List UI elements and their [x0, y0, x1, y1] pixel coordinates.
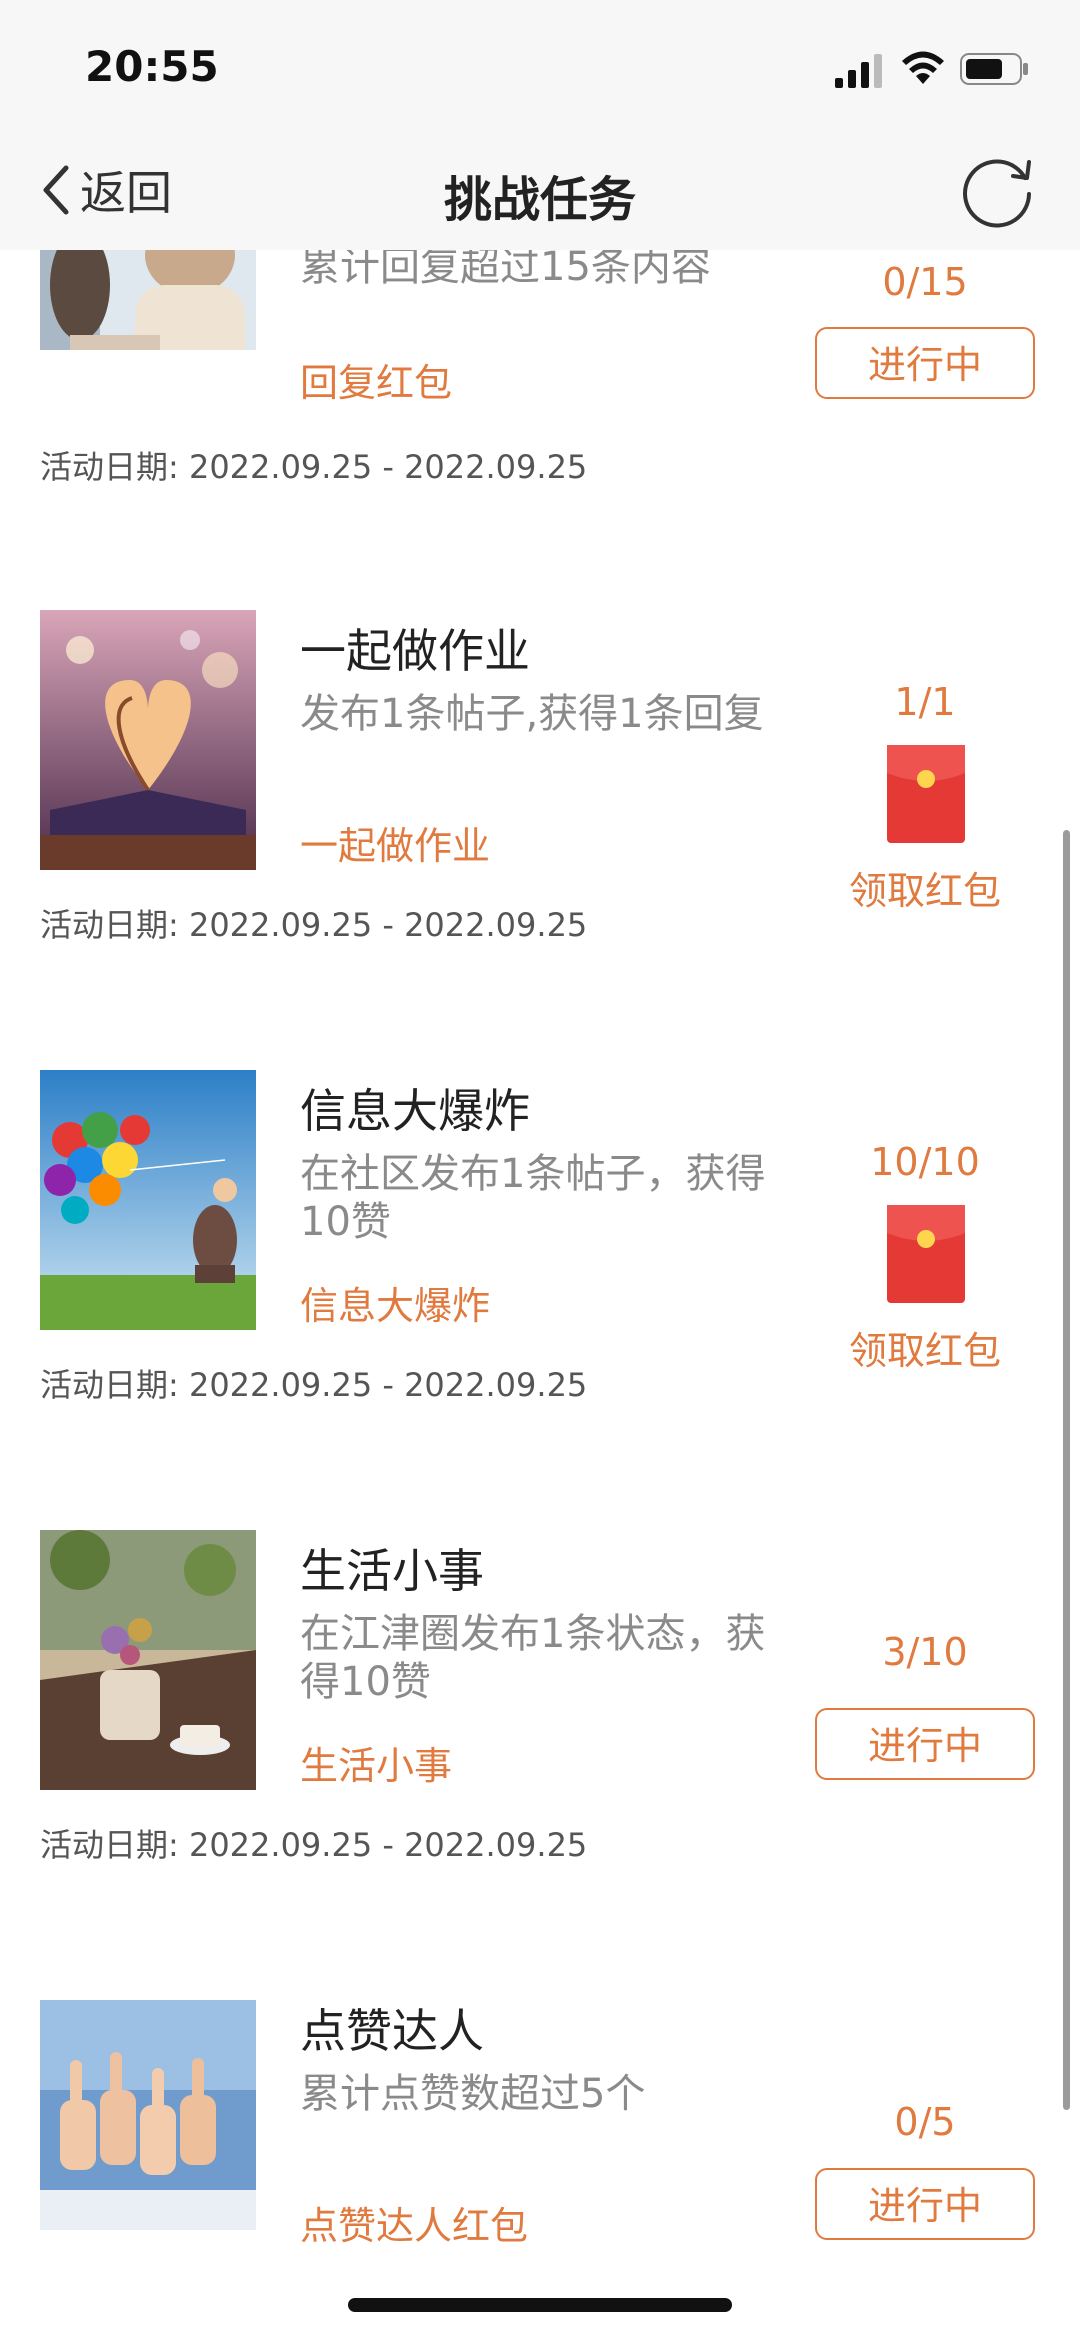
task-item[interactable]: 信息大爆炸 在社区发布1条帖子，获得10赞 信息大爆炸 活动日期: 2022.0…	[0, 1010, 1080, 1472]
task-progress: 0/5	[894, 2100, 956, 2144]
status-bar: 20:55	[0, 0, 1080, 140]
red-packet-icon[interactable]	[887, 745, 965, 843]
task-reward-tag: 一起做作业	[300, 824, 491, 868]
task-date: 活动日期: 2022.09.25 - 2022.09.25	[40, 1826, 588, 1864]
task-progress: 10/10	[870, 1140, 980, 1184]
task-title: 点赞达人	[300, 2004, 484, 2058]
battery-icon	[960, 53, 1028, 85]
task-item[interactable]: 点赞达人 累计点赞数超过5个 点赞达人红包 0/5 进行中	[0, 1930, 1080, 2337]
task-progress: 0/15	[882, 260, 968, 304]
task-reward-tag: 信息大爆炸	[300, 1284, 491, 1328]
claim-red-packet-button[interactable]: 领取红包	[815, 860, 1035, 915]
task-title: 生活小事	[300, 1544, 484, 1598]
red-packet-icon[interactable]	[887, 1205, 965, 1303]
task-description: 在社区发布1条帖子，获得10赞	[300, 1151, 766, 1245]
navigation-bar: 返回 挑战任务	[0, 140, 1080, 250]
task-description: 累计点赞数超过5个	[300, 2071, 646, 2117]
refresh-icon[interactable]	[955, 148, 1039, 232]
task-item[interactable]: 一起做作业 发布1条帖子,获得1条回复 一起做作业 活动日期: 2022.09.…	[0, 550, 1080, 1012]
in-progress-button[interactable]: 进行中	[815, 2168, 1035, 2240]
in-progress-button[interactable]: 进行中	[815, 327, 1035, 399]
top-bar: 20:55 返回 挑战任务	[0, 0, 1080, 250]
task-date: 活动日期: 2022.09.25 - 2022.09.25	[40, 448, 588, 486]
task-description: 在江津圈发布1条状态，获得10赞	[300, 1611, 766, 1705]
scrollbar[interactable]	[1063, 830, 1070, 2110]
wifi-icon	[902, 51, 944, 84]
task-title: 信息大爆炸	[300, 1084, 530, 1138]
task-date: 活动日期: 2022.09.25 - 2022.09.25	[40, 1366, 588, 1404]
in-progress-button[interactable]: 进行中	[815, 1708, 1035, 1780]
cellular-signal-icon	[835, 54, 882, 88]
task-description: 发布1条帖子,获得1条回复	[300, 691, 764, 737]
task-progress: 1/1	[894, 680, 956, 724]
home-indicator[interactable]	[348, 2298, 732, 2312]
status-time: 20:55	[85, 42, 219, 91]
task-item[interactable]: 生活小事 在江津圈发布1条状态，获得10赞 生活小事 活动日期: 2022.09…	[0, 1470, 1080, 1932]
task-thumbnail-thumbs-up	[40, 1990, 256, 2230]
task-list[interactable]: 累计回复超过15条内容 回复红包 活动日期: 2022.09.25 - 2022…	[0, 0, 1080, 2337]
task-date: 活动日期: 2022.09.25 - 2022.09.25	[40, 906, 588, 944]
task-thumbnail-balloons	[40, 1070, 256, 1330]
claim-red-packet-button[interactable]: 领取红包	[815, 1320, 1035, 1375]
page-title: 挑战任务	[443, 172, 636, 228]
task-description: 累计回复超过15条内容	[300, 244, 711, 290]
task-title: 一起做作业	[300, 624, 530, 678]
task-reward-tag: 点赞达人红包	[300, 2204, 529, 2248]
task-reward-tag: 回复红包	[300, 361, 453, 405]
task-progress: 3/10	[882, 1630, 968, 1674]
task-reward-tag: 生活小事	[300, 1744, 453, 1788]
task-thumbnail-teapot	[40, 1530, 256, 1790]
task-thumbnail-book-heart	[40, 610, 256, 870]
